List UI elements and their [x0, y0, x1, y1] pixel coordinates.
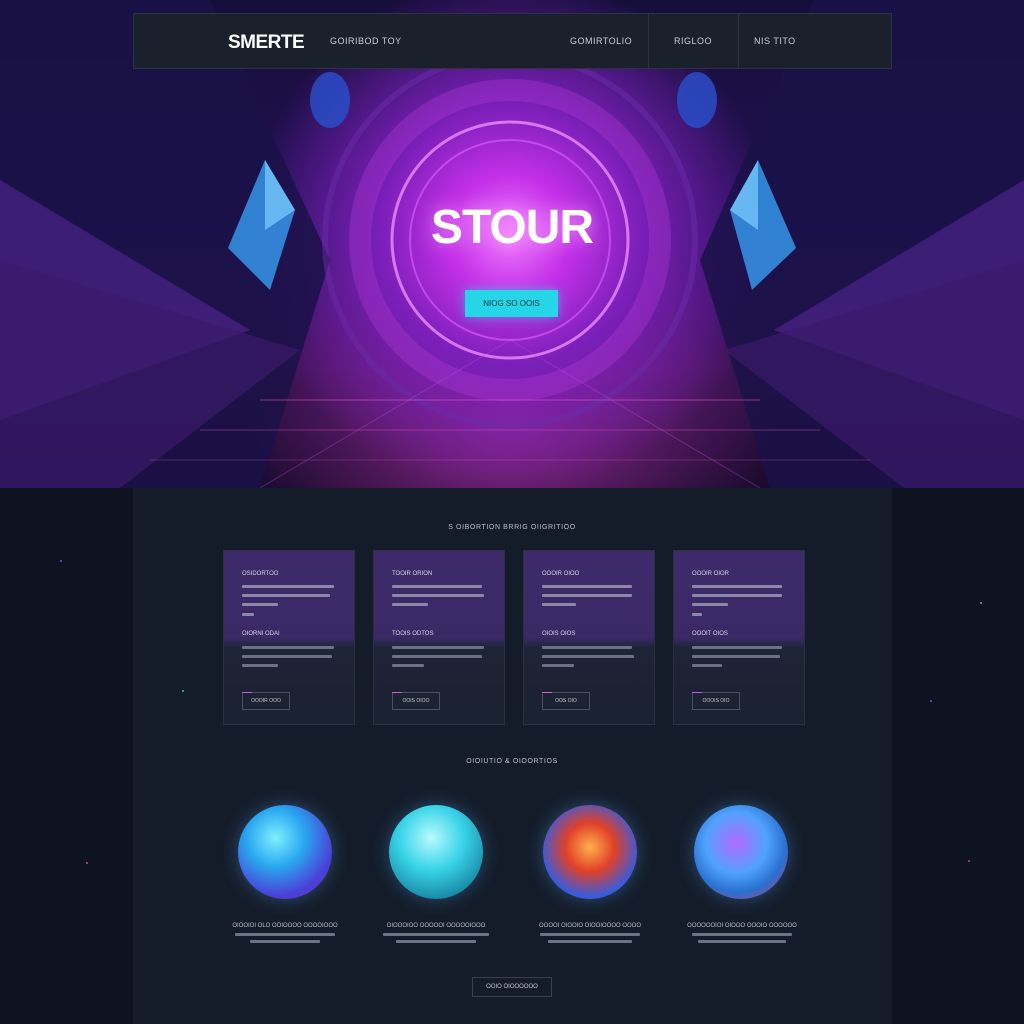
card-text-line: [392, 603, 428, 606]
card-subtitle: TOOIS ODTOS: [392, 631, 434, 637]
feature-card: OOOIR OIOR OOOIT OIOS OOOIS OIO: [673, 550, 805, 725]
card-subtitle: OIORNI ODAI: [242, 631, 280, 637]
card-title: OOOIR OIOO: [542, 571, 580, 577]
gallery-caption: OOOOOOIOI OIOOO OOOIO OOOOOO: [684, 923, 800, 943]
card-button[interactable]: OOIS OIOO: [392, 692, 440, 710]
site-logo[interactable]: SMERTE: [228, 32, 305, 54]
nav-link-2[interactable]: RIGLOO: [674, 36, 712, 46]
card-text-line: [242, 594, 330, 597]
gallery-heading: OIOIUTIO & OIOORTIOS: [466, 758, 558, 765]
card-text-line: [692, 585, 782, 588]
caption-text-line: [698, 940, 786, 943]
hero-section: SMERTE GOIRIBOD TOY GOMIRTOLIO RIGLOO NI…: [0, 0, 1024, 488]
card-text-line: [692, 655, 780, 658]
card-text-line: [392, 655, 482, 658]
feature-card: OOOIR OIOO OIOIS OIOS OOS OIO: [523, 550, 655, 725]
gallery-orb-2[interactable]: [389, 805, 483, 899]
card-text-line: [542, 646, 632, 649]
nav-link-1[interactable]: GOMIRTOLIO: [570, 36, 632, 46]
card-text-line: [242, 664, 278, 667]
caption-text-line: [548, 940, 632, 943]
caption-text-line: [540, 933, 640, 936]
card-text-line: [242, 613, 254, 616]
nav-link-3[interactable]: NIS TITO: [754, 36, 796, 46]
caption-text-line: [396, 940, 476, 943]
gallery-orb-4[interactable]: [694, 805, 788, 899]
star-dot: [60, 560, 62, 562]
star-dot: [968, 860, 970, 862]
feature-card: TOOIR ORION TOOIS ODTOS OOIS OIOO: [373, 550, 505, 725]
card-text-line: [692, 613, 702, 616]
hero-title: STOUR: [430, 201, 594, 254]
card-title: OSIDORTOO: [242, 571, 279, 577]
card-button[interactable]: OOOIS OIO: [692, 692, 740, 710]
gallery-orb-3[interactable]: [543, 805, 637, 899]
card-button[interactable]: OOOIR OOO: [242, 692, 290, 710]
gallery-caption-text: OOOOOOIOI OIOOO OOOIO OOOOOO: [687, 923, 797, 929]
card-text-line: [692, 603, 728, 606]
features-heading: S OIBORTION BRRIG OIIGRITIOO: [448, 524, 576, 531]
star-dot: [86, 862, 88, 864]
card-text-line: [692, 594, 782, 597]
card-text-line: [692, 646, 782, 649]
gallery-caption: OIOOIOI OLO OOIOOOO OOOOIOOO: [227, 923, 343, 943]
card-title: OOOIR OIOR: [692, 571, 730, 577]
nav-tagline[interactable]: GOIRIBOD TOY: [330, 36, 402, 46]
card-text-line: [692, 664, 722, 667]
card-text-line: [542, 603, 576, 606]
caption-text-line: [692, 933, 792, 936]
gallery-caption-text: OIOOOIOO OOOOOI OOOOOIOOO: [386, 923, 486, 929]
card-text-line: [392, 646, 484, 649]
card-text-line: [392, 664, 424, 667]
feature-card: OSIDORTOO OIORNI ODAI OOOIR OOO: [223, 550, 355, 725]
card-text-line: [242, 646, 334, 649]
card-subtitle: OOOIT OIOS: [692, 631, 728, 637]
star-dot: [930, 700, 932, 702]
nav-divider: [738, 14, 739, 68]
top-navigation-bar: SMERTE GOIRIBOD TOY GOMIRTOLIO RIGLOO NI…: [133, 13, 892, 69]
card-subtitle: OIOIS OIOS: [542, 631, 576, 637]
gallery-caption-text: OIOOIOI OLO OOIOOOO OOOOIOOO: [232, 923, 338, 929]
star-dot: [980, 602, 982, 604]
caption-text-line: [383, 933, 489, 936]
gallery-caption: OIOOOIOO OOOOOI OOOOOIOOO: [378, 923, 494, 943]
card-text-line: [542, 655, 634, 658]
card-text-line: [542, 594, 632, 597]
star-dot: [182, 690, 184, 692]
caption-text-line: [235, 933, 335, 936]
card-title: TOOIR ORION: [392, 571, 433, 577]
nav-divider: [648, 14, 649, 68]
card-text-line: [242, 655, 332, 658]
gallery-caption-text: OOOOI OIOOIO OIOOIOOOO OOOO: [538, 923, 641, 929]
gallery-orb-1[interactable]: [238, 805, 332, 899]
card-text-line: [392, 594, 484, 597]
card-button[interactable]: OOS OIO: [542, 692, 590, 710]
card-text-line: [392, 585, 482, 588]
card-text-line: [242, 603, 278, 606]
load-more-button[interactable]: OOIO OIOOOOOO: [472, 977, 552, 997]
card-text-line: [542, 585, 632, 588]
gallery-caption: OOOOI OIOOIO OIOOIOOOO OOOO: [532, 923, 648, 943]
card-text-line: [242, 585, 334, 588]
card-text-line: [542, 664, 574, 667]
caption-text-line: [250, 940, 320, 943]
hero-cta-button[interactable]: NIOG SO OOIS: [465, 290, 558, 317]
